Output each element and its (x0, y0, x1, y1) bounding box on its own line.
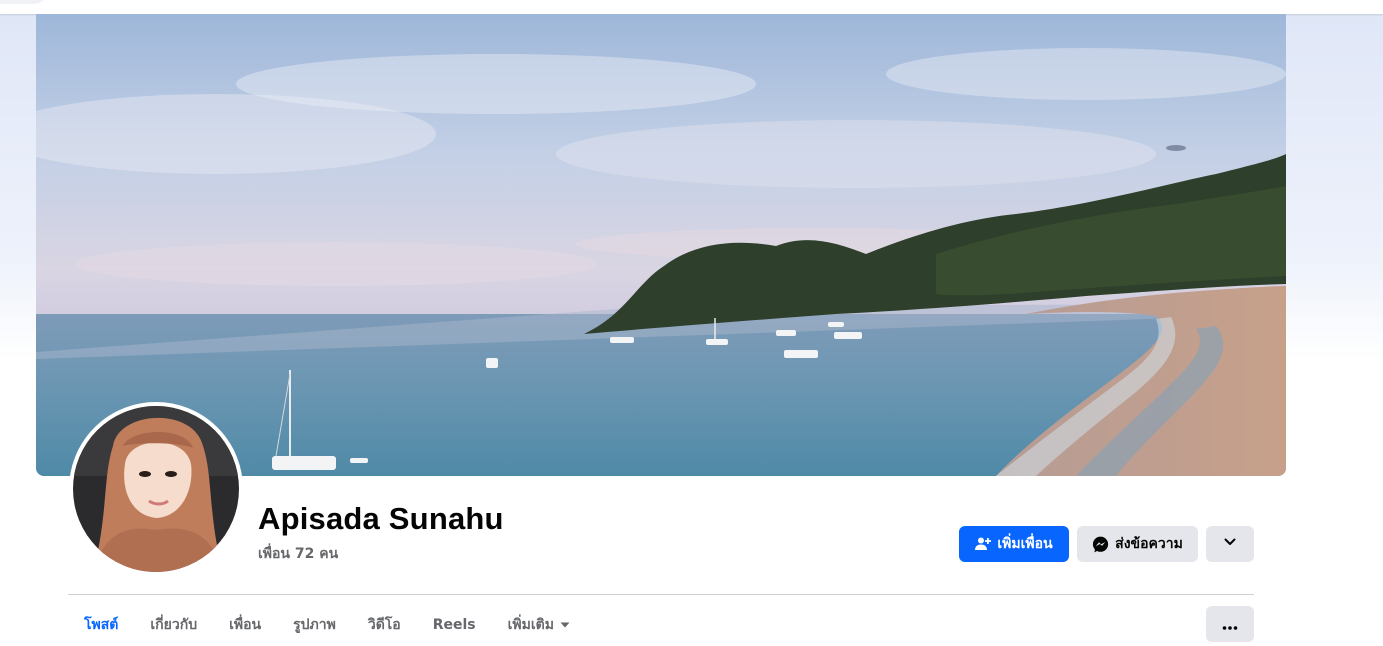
tab-label: โพสต์ (84, 617, 119, 633)
ellipsis-icon (1222, 615, 1238, 634)
message-button[interactable]: ส่งข้อความ (1077, 526, 1198, 562)
tab-label: เพื่อน (229, 617, 262, 633)
tab-videos[interactable]: วิดีโอ (352, 608, 417, 642)
caret-down-icon (560, 622, 570, 628)
profile-actions: เพิ่มเพื่อน ส่งข้อความ (959, 526, 1254, 562)
person-add-icon (975, 536, 992, 552)
tab-photos[interactable]: รูปภาพ (277, 608, 352, 642)
profile-name: Apisada Sunahu (258, 501, 504, 536)
message-label: ส่งข้อความ (1115, 536, 1183, 552)
chevron-down-icon (1223, 535, 1237, 553)
tab-reels[interactable]: Reels (417, 608, 492, 642)
messenger-icon (1092, 536, 1109, 553)
top-navigation-strip (0, 0, 1383, 14)
header-divider (68, 594, 1254, 595)
profile-tabs: โพสต์ เกี่ยวกับ เพื่อน รูปภาพ วิดีโอ Ree… (68, 608, 586, 642)
more-options-button[interactable] (1206, 606, 1254, 642)
tab-label: เกี่ยวกับ (150, 617, 198, 633)
tab-more[interactable]: เพิ่มเติม (492, 608, 586, 642)
tab-label: รูปภาพ (293, 617, 336, 633)
profile-avatar[interactable] (69, 402, 243, 576)
tab-posts[interactable]: โพสต์ (68, 608, 134, 642)
add-friend-label: เพิ่มเพื่อน (997, 536, 1053, 552)
tab-label: เพิ่มเติม (507, 617, 554, 633)
search-pill-edge[interactable] (0, 0, 48, 4)
tab-label: Reels (432, 617, 476, 633)
tab-about[interactable]: เกี่ยวกับ (134, 608, 213, 642)
add-friend-button[interactable]: เพิ่มเพื่อน (959, 526, 1069, 562)
friend-count[interactable]: เพื่อน 72 คน (258, 543, 338, 565)
cover-photo[interactable] (36, 14, 1286, 476)
tab-friends[interactable]: เพื่อน (213, 608, 277, 642)
profile-header: Apisada Sunahu เพื่อน 72 คน เพิ่มเพื่อน … (0, 14, 1383, 646)
tab-label: วิดีโอ (367, 617, 401, 633)
profile-menu-dropdown[interactable] (1206, 526, 1254, 562)
